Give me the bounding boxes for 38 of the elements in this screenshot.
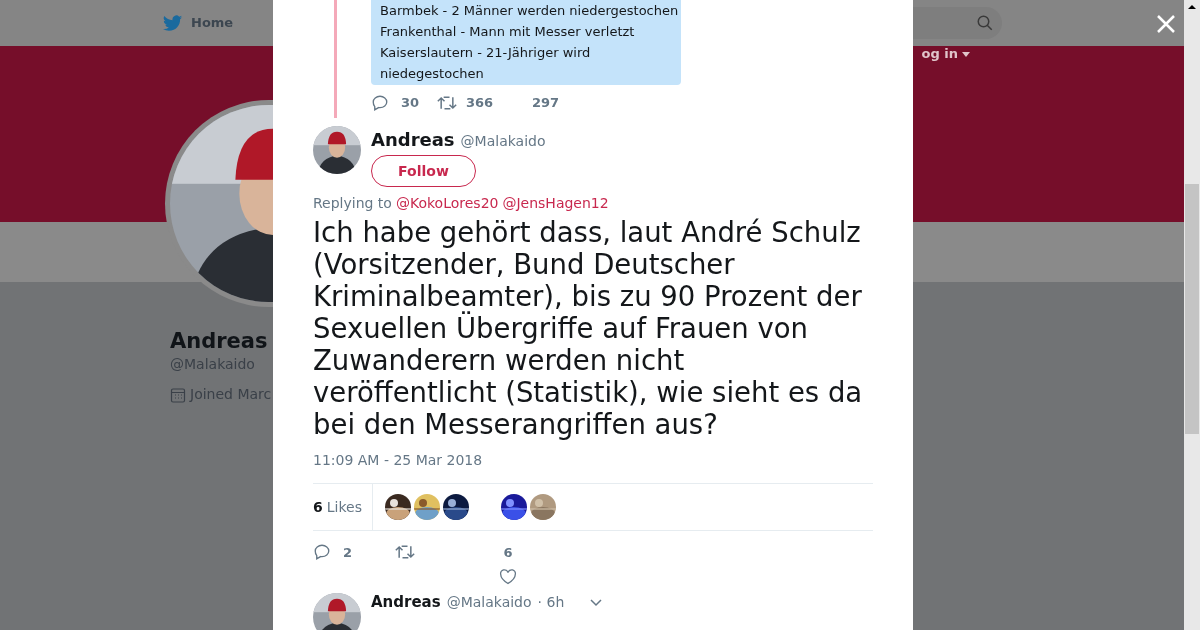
tweet-text: Ich habe gehört dass, laut André Schulz (Vorsitzender, Bund Deutscher Kriminalbeamter), bis zu 90 Prozent der Sexuellen Übergriffe auf Frauen von Zuwanderern werden nicht veröffentlicht (Statistik), wie sieht es da bei den Messerangriffen aus?	[313, 216, 864, 440]
retweet-icon[interactable]	[437, 93, 457, 112]
reply-count: 30	[401, 94, 421, 112]
quoted-media-card[interactable]: Barmbek - 2 Männer werden niedergestochen Frankenthal - Mann mit Messer verletzt Kaiserslautern - 21-Jähriger wird niedegestochen	[371, 0, 681, 85]
replying-label: Replying to	[313, 194, 392, 213]
tweet-timestamp[interactable]: 11:09 AM - 25 Mar 2018	[313, 450, 483, 471]
chevron-down-icon[interactable]	[590, 598, 603, 607]
reply-count: 2	[343, 544, 354, 562]
caret-icon	[962, 51, 970, 57]
calendar-icon	[170, 386, 186, 403]
heart-icon[interactable]	[499, 568, 517, 585]
author-handle[interactable]: @Malakaido	[460, 131, 546, 152]
author-handle[interactable]: @Malakaido	[446, 592, 532, 611]
search-icon[interactable]	[976, 14, 994, 32]
card-text-line: niedegestochen	[380, 65, 484, 83]
retweet-count: 366	[466, 94, 495, 112]
profile-name: Andreas	[170, 328, 268, 354]
reply-icon[interactable]	[313, 543, 331, 561]
scrollbar[interactable]	[1184, 0, 1200, 630]
card-text-line: Barmbek - 2 Männer werden niedergestochen	[380, 2, 679, 20]
like-count: 6	[503, 544, 513, 562]
joined-date: Joined Marc	[190, 385, 272, 404]
tweet-time[interactable]: · 6h	[537, 592, 565, 611]
mention-link[interactable]: @JensHagen12	[502, 193, 609, 214]
login-menu[interactable]: og in	[921, 47, 970, 61]
likes-count[interactable]: 6	[313, 496, 323, 518]
reply-icon[interactable]	[371, 93, 389, 112]
author-name[interactable]: Andreas	[371, 126, 455, 153]
retweet-icon[interactable]	[395, 543, 415, 561]
close-button[interactable]	[1155, 13, 1177, 35]
card-text-line: Frankenthal - Mann mit Messer verletzt	[380, 23, 635, 41]
author-name[interactable]: Andreas	[371, 592, 441, 611]
mention-link[interactable]: @KokoLores20	[395, 193, 499, 214]
scroll-thumb[interactable]	[1185, 184, 1199, 434]
bird-icon	[163, 14, 183, 32]
card-text-line: Kaiserslautern - 21-Jähriger wird	[380, 44, 591, 62]
likes-label[interactable]: Likes	[326, 496, 362, 518]
like-count: 297	[532, 94, 560, 112]
